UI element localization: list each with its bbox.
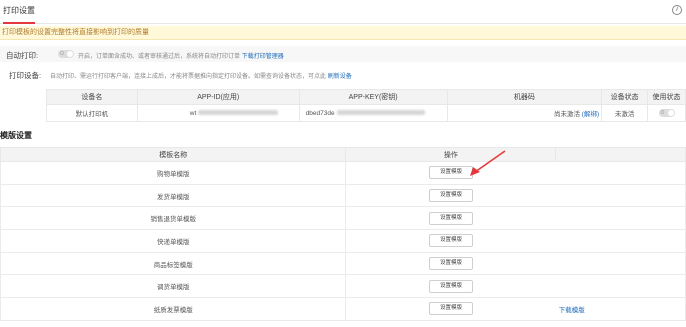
app-key-cell: dbed73de [298,104,448,122]
set-template-button[interactable]: 设置模版 [429,257,474,271]
col-template-name: 模板名称 [0,147,347,162]
arrow-shaft [474,150,506,173]
toggle-knob [667,110,674,116]
arrow-head [470,167,480,176]
redacted-blur [198,110,279,116]
help-icon[interactable]: i [672,5,682,15]
template-name: 商品标签模版 [0,252,347,276]
table-row: 销售退货单模版 设置模版 [0,206,686,231]
operation-cell: 设置模版 [345,184,556,208]
operation-cell: 设置模版 [345,229,556,253]
template-name: 销售退货单模版 [0,206,347,231]
machine-code-cell: 尚未激活 (解绑) [446,104,603,122]
table-row: 购物单模版 设置模版 [0,161,686,185]
extra-cell [555,252,686,276]
print-device-label: 打印设备: [9,71,42,80]
col-machine-code: 机器码 [446,89,603,105]
use-status-cell: O [647,104,686,122]
set-template-button[interactable]: 设置模版 [429,234,474,248]
app-id-cell: wt [136,104,300,122]
set-template-button[interactable]: 设置模版 [429,279,474,293]
auto-print-label: 自动打印: [6,51,39,60]
col-app-key: APP-KEY(密钥) [298,89,448,105]
table-row: 默认打印机 wt dbed73de 尚未激活 (解绑) 未激活 O [46,104,686,122]
toggle-knob [67,51,73,57]
auto-print-row: 自动打印: O 开启，订单面含成功、或者审核通过后，系统将自动打印订单 下载打印… [0,46,686,62]
col-operation: 操作 [345,147,557,162]
red-arrow-annotation [470,150,506,176]
set-template-button[interactable]: 设置模版 [429,189,474,203]
extra-cell [555,274,686,299]
machine-code-value: 尚未激活 [553,111,580,118]
template-name: 纸质发票模版 [0,297,347,321]
toggle-state-text: O [660,110,665,116]
auto-print-hint-text: 开启，订单面含成功、或者审核通过后，系统将自动打印订单 [78,54,241,60]
set-template-button[interactable]: 设置模版 [429,211,474,225]
col-use-status: 使用状态 [647,89,686,105]
operation-cell: 设置模版 [345,206,556,231]
app-id-value: wt [189,109,197,117]
template-name: 调货单模版 [0,274,347,299]
tab-print-settings[interactable]: 打印设置 [3,5,35,24]
auto-print-toggle[interactable]: O [58,50,74,58]
device-table: 设备名 APP-ID(应用) APP-KEY(密钥) 机器码 设备状态 使用状态… [46,89,686,122]
extra-cell [555,161,686,185]
operation-cell: 设置模版 [345,274,556,299]
section-title: 模版设置 [0,131,32,140]
template-name: 快递单模版 [0,229,347,253]
tab-bar: 打印设置 i [0,0,686,24]
operation-cell: 设置模版 [345,297,556,321]
table-row: 调货单模版 设置模版 [0,274,686,299]
template-name: 购物单模版 [0,161,347,185]
col-app-id: APP-ID(应用) [136,89,300,105]
extra-cell [555,206,686,231]
refresh-device-link[interactable]: 刷新设备 [328,74,352,80]
print-device-hint-text: 自动打印、需运行打印客户端，连接上成后，才能将票据推向指定打印设备。如需查询设备… [50,74,327,80]
device-status: 未激活 [601,104,649,122]
table-row: 快递单模版 设置模版 [0,229,686,253]
download-manager-link[interactable]: 下载打印管理器 [242,54,284,60]
col-extra [555,147,686,162]
table-row: 发货单模版 设置模版 [0,184,686,208]
device-name: 默认打印机 [46,104,138,122]
operation-cell: 设置模版 [345,161,556,185]
print-device-hint: 自动打印、需运行打印客户端，连接上成后，才能将票据推向指定打印设备。如需查询设备… [50,71,352,80]
template-table: 模板名称 操作 购物单模版 设置模版 发货单模版 设置模版 销售退货单模版 设置… [0,147,686,321]
use-status-toggle[interactable]: O [658,109,675,117]
download-template-link[interactable]: 下载模版 [559,307,585,314]
auto-print-hint: 开启，订单面含成功、或者审核通过后，系统将自动打印订单 下载打印管理器 [78,51,284,60]
set-template-button[interactable]: 设置模版 [429,302,474,316]
toggle-state-text: O [60,51,64,57]
extra-cell [555,229,686,253]
col-device-name: 设备名 [46,89,138,105]
table-row: 商品标签模版 设置模版 [0,252,686,276]
redacted-blur [336,110,425,116]
operation-cell: 设置模版 [345,252,556,276]
template-name: 发货单模版 [0,184,347,208]
unbind-link[interactable]: (解绑) [582,111,599,118]
col-device-status: 设备状态 [601,89,649,105]
app-key-value: dbed73de [305,109,335,117]
extra-cell [555,184,686,208]
notice-banner: 打印模板的设置完整性将直接影响到打印的质量 [0,26,686,40]
table-row: 纸质发票模版 设置模版 下载模版 [0,297,686,321]
extra-cell: 下载模版 [555,297,686,321]
